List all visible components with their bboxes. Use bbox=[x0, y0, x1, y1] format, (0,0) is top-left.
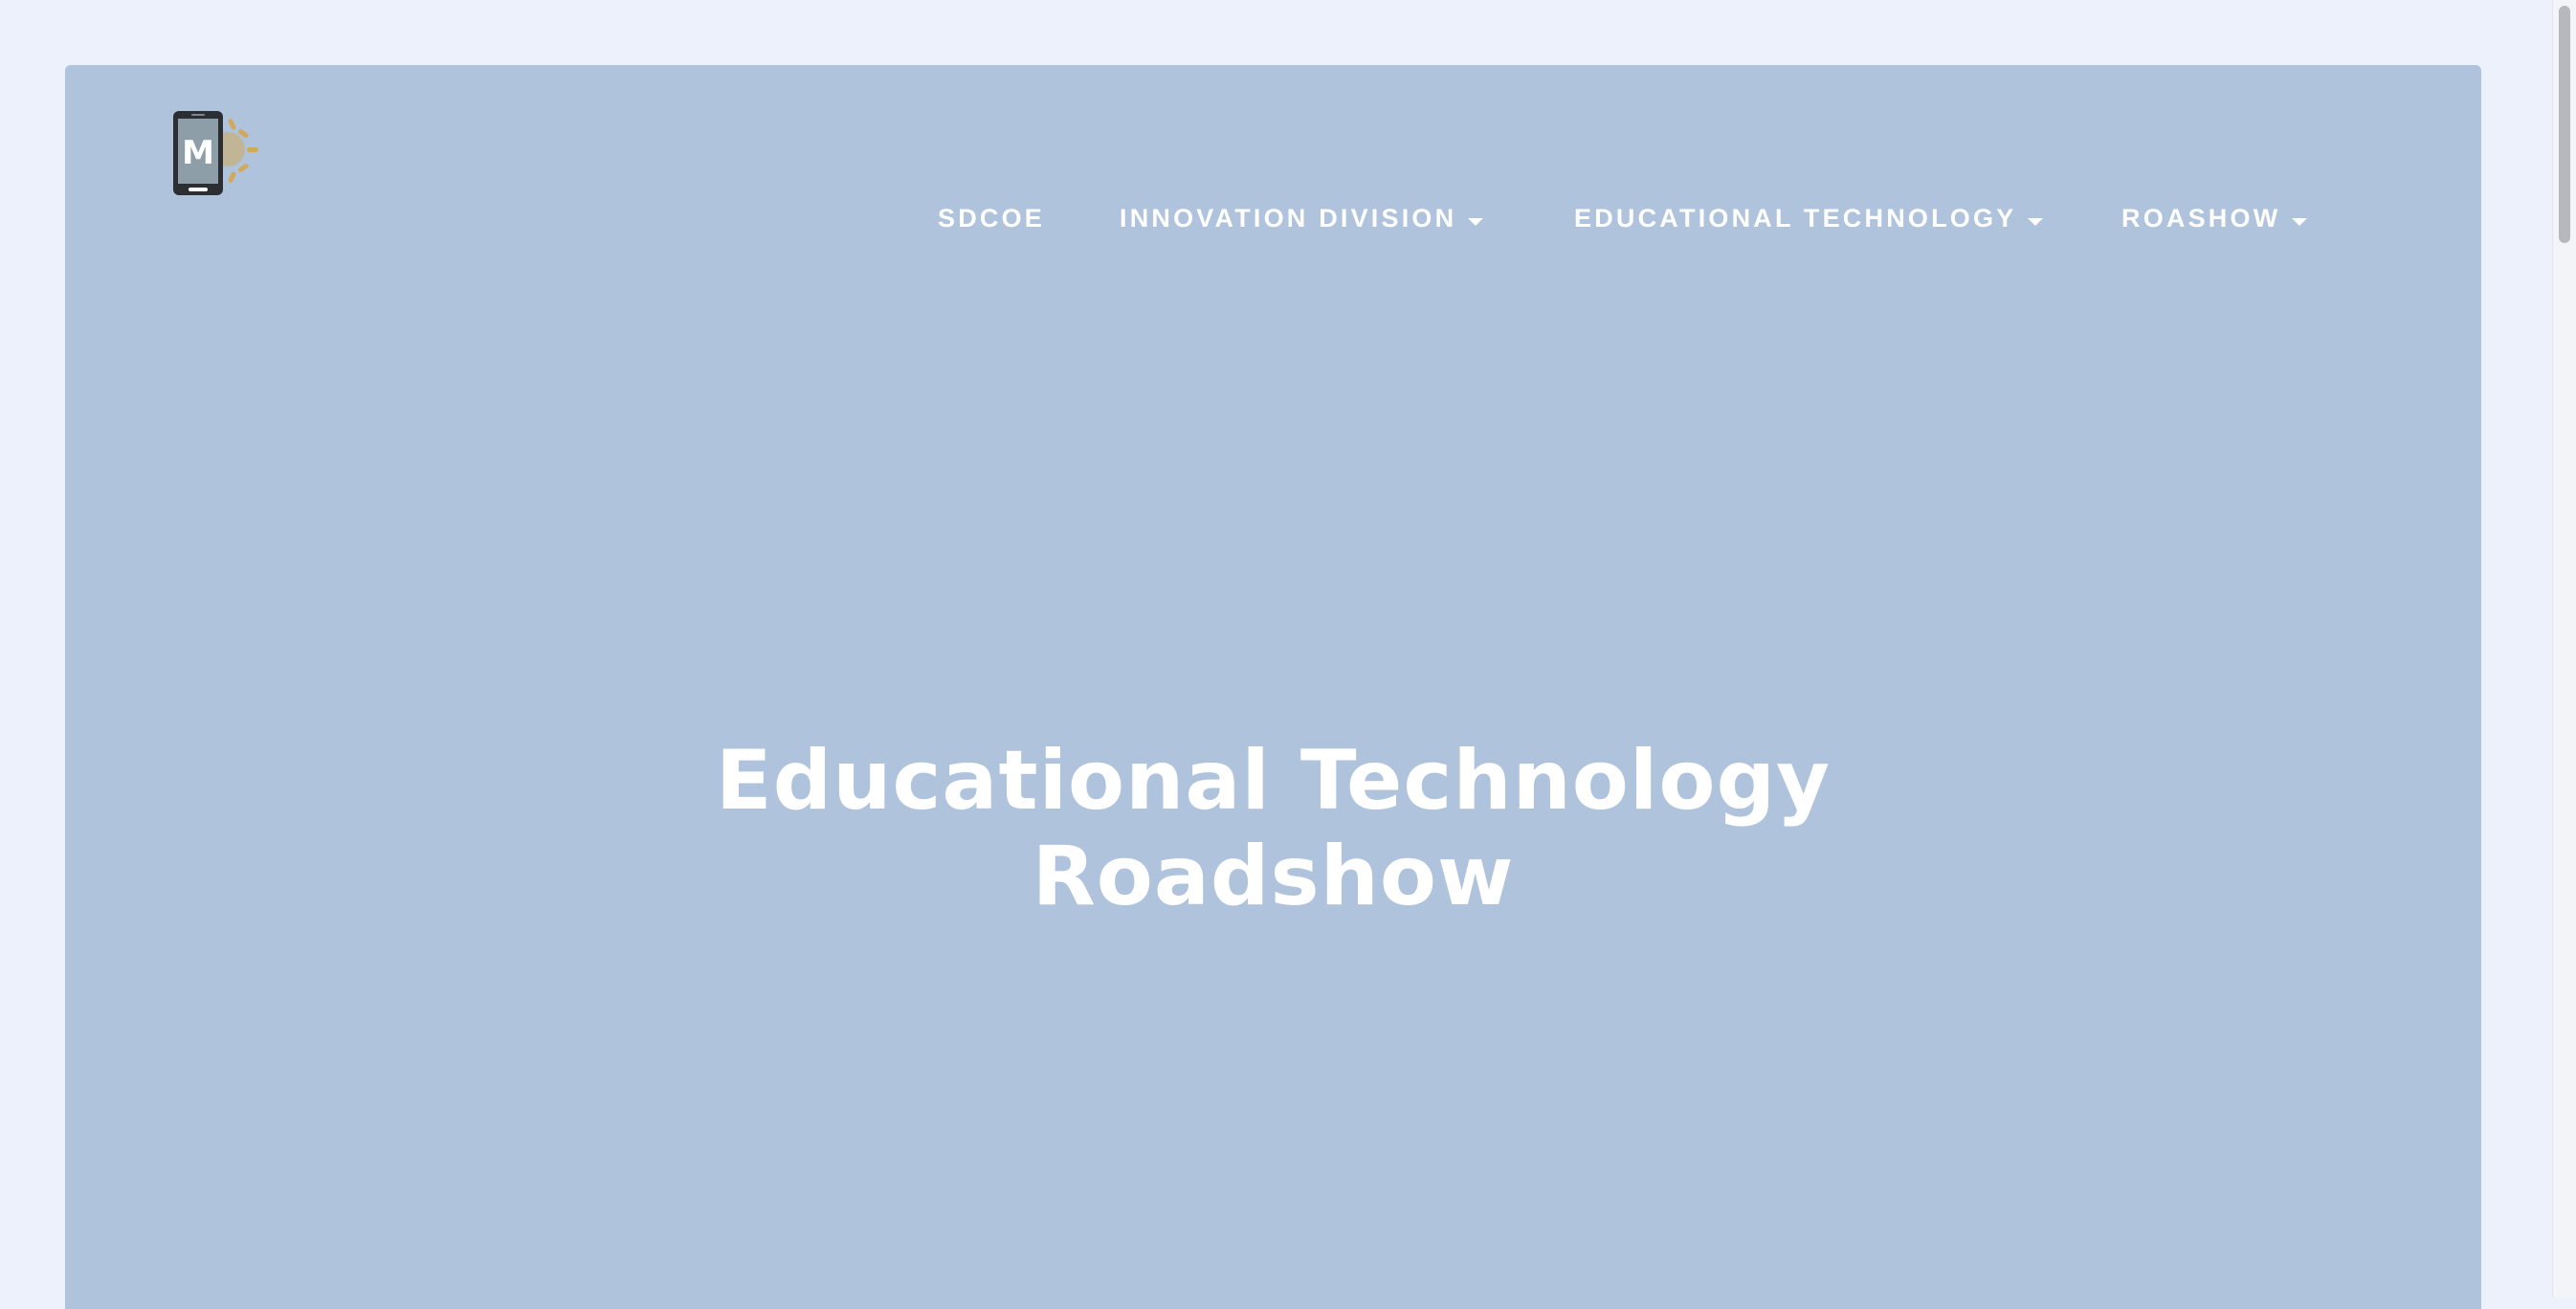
main-navigation: SDCOE INNOVATION DIVISION EDUCATIONAL TE… bbox=[65, 201, 2481, 239]
caret-down-icon bbox=[2028, 218, 2044, 226]
nav-item-label: EDUCATIONAL TECHNOLOGY bbox=[1574, 203, 2017, 233]
caret-down-icon bbox=[2292, 218, 2308, 226]
logo-letter: M bbox=[182, 134, 214, 172]
site-logo[interactable]: M bbox=[170, 111, 262, 203]
nav-item-label: SDCOE bbox=[938, 203, 1046, 233]
nav-item-educational-technology[interactable]: EDUCATIONAL TECHNOLOGY bbox=[1574, 201, 2044, 235]
hero-title: Educational Technology Roadshow bbox=[65, 733, 2481, 924]
vertical-scrollbar[interactable] bbox=[2552, 0, 2576, 1298]
hero-title-line-2: Roadshow bbox=[1032, 829, 1515, 924]
nav-item-sdcoe[interactable]: SDCOE bbox=[938, 201, 1045, 235]
hero-title-line-1: Educational Technology bbox=[715, 733, 1832, 829]
nav-item-label: INNOVATION DIVISION bbox=[1120, 203, 1457, 233]
phone-sun-logo-icon: M bbox=[173, 111, 258, 195]
nav-item-roashow[interactable]: ROASHOW bbox=[2121, 201, 2308, 235]
nav-item-label: ROASHOW bbox=[2121, 203, 2281, 233]
hero-section: M SDCOE INNOVATION DIVISION EDUCATIONAL … bbox=[65, 65, 2481, 1309]
caret-down-icon bbox=[1468, 218, 1484, 226]
nav-item-innovation-division[interactable]: INNOVATION DIVISION bbox=[1120, 201, 1484, 235]
scrollbar-thumb[interactable] bbox=[2559, 6, 2570, 243]
